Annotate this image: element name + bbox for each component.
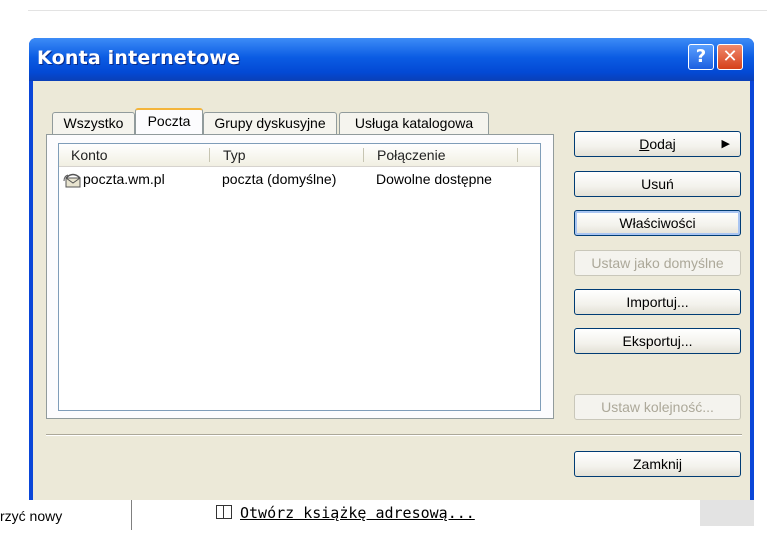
address-book-icon bbox=[216, 505, 232, 519]
close-icon[interactable]: ✕ bbox=[717, 44, 743, 70]
tab-poczta[interactable]: Poczta bbox=[135, 108, 203, 134]
background-divider bbox=[131, 500, 132, 530]
arrow-right-icon: ▶ bbox=[721, 138, 730, 150]
background-divider bbox=[28, 10, 767, 11]
column-separator[interactable] bbox=[209, 148, 210, 162]
dialog-separator bbox=[46, 434, 742, 436]
column-konto[interactable]: Konto bbox=[65, 144, 205, 166]
background-window-top bbox=[0, 0, 767, 28]
background-partial-text: rzyć nowy bbox=[0, 508, 63, 524]
tab-panel-poczta: Konto Typ Połączenie poczta.wm.pl poczta… bbox=[46, 134, 554, 419]
column-separator[interactable] bbox=[517, 148, 518, 162]
column-typ[interactable]: Typ bbox=[217, 144, 357, 166]
set-order-button[interactable]: Ustaw kolejność... bbox=[574, 394, 741, 420]
remove-button[interactable]: Usuń bbox=[574, 171, 741, 197]
column-separator[interactable] bbox=[363, 148, 364, 162]
column-polaczenie[interactable]: Połączenie bbox=[371, 144, 511, 166]
title-bar[interactable]: Konta internetowe ? ✕ bbox=[29, 38, 754, 81]
add-button[interactable]: Dodaj ▶ bbox=[574, 131, 741, 157]
list-item[interactable]: poczta.wm.pl poczta (domyślne) Dowolne d… bbox=[59, 168, 540, 192]
accounts-dialog: Konta internetowe ? ✕ Wszystko Poczta Gr… bbox=[29, 38, 754, 500]
add-button-mnemonic: D bbox=[639, 136, 650, 152]
add-button-label: odaj bbox=[649, 136, 676, 152]
export-button[interactable]: Eksportuj... bbox=[574, 328, 741, 354]
close-button[interactable]: Zamknij bbox=[574, 451, 741, 477]
tab-grupy-dyskusyjne[interactable]: Grupy dyskusyjne bbox=[203, 112, 337, 134]
import-button[interactable]: Importuj... bbox=[574, 289, 741, 315]
list-header: Konto Typ Połączenie bbox=[59, 144, 540, 167]
background-panel bbox=[700, 500, 754, 526]
help-button[interactable]: ? bbox=[688, 44, 714, 70]
properties-button[interactable]: Właściwości bbox=[574, 210, 741, 236]
tab-usluga-katalogowa[interactable]: Usługa katalogowa bbox=[339, 112, 489, 134]
window-title: Konta internetowe bbox=[37, 47, 241, 69]
accounts-list[interactable]: Konto Typ Połączenie poczta.wm.pl poczta… bbox=[58, 143, 541, 411]
account-connection: Dowolne dostępne bbox=[376, 171, 492, 187]
account-name: poczta.wm.pl bbox=[83, 171, 165, 187]
tab-wszystko[interactable]: Wszystko bbox=[52, 112, 135, 134]
set-default-button[interactable]: Ustaw jako domyślne bbox=[574, 250, 741, 276]
dialog-client-area: Wszystko Poczta Grupy dyskusyjne Usługa … bbox=[33, 81, 750, 500]
open-address-book-label: Otwórz książkę adresową... bbox=[240, 504, 475, 522]
mail-account-icon bbox=[63, 173, 81, 188]
account-type: poczta (domyślne) bbox=[222, 171, 337, 187]
open-address-book-link[interactable]: Otwórz książkę adresową... bbox=[216, 504, 475, 522]
